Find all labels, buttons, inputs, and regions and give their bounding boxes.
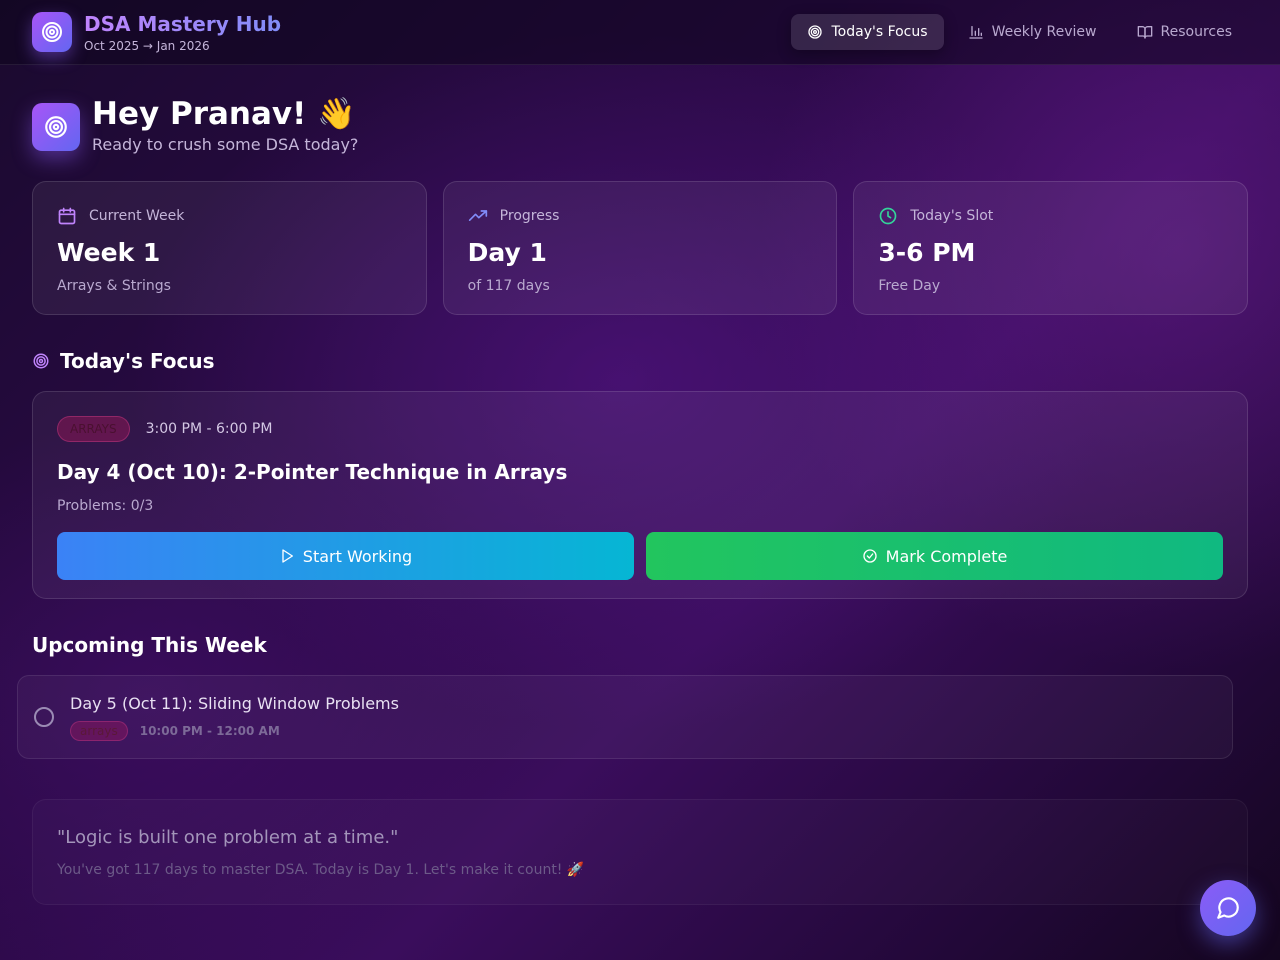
focus-actions: Start Working Mark Complete: [57, 532, 1223, 580]
chat-button[interactable]: [1200, 880, 1256, 936]
target-icon: [808, 25, 823, 39]
problems-count: Problems: 0/3: [57, 498, 154, 514]
chat-bubble-icon: [1217, 897, 1239, 919]
app-title: DSA Mastery Hub: [84, 12, 282, 36]
tab-label: Today's Focus: [831, 24, 928, 40]
motivation-quote-card: "Logic is built one problem at a time." …: [32, 799, 1248, 905]
quote-text: "Logic is built one problem at a time.": [57, 827, 399, 848]
tab-label: Weekly Review: [991, 24, 1097, 40]
top-bar: DSA Mastery Hub Oct 2025 → Jan 2026 Toda…: [0, 0, 1280, 65]
target-icon: [32, 103, 80, 151]
button-label: Mark Complete: [885, 546, 1008, 566]
tab-label: Resources: [1160, 24, 1233, 40]
stat-card-todays-slot: Today's Slot 3-6 PM Free Day: [853, 181, 1249, 315]
focus-time: 3:00 PM - 6:00 PM: [145, 421, 273, 437]
stat-label: Current Week: [57, 206, 402, 226]
stat-card-progress: Progress Day 1 of 117 days: [442, 181, 838, 315]
stat-label: Today's Slot: [878, 206, 1223, 226]
stat-value: Week 1: [57, 238, 161, 267]
focus-meta: ARRAYS 3:00 PM - 6:00 PM: [57, 416, 1223, 442]
stat-label-text: Current Week: [89, 208, 185, 224]
greeting-subtitle: Ready to crush some DSA today?: [92, 135, 359, 154]
main-nav: Today's Focus Weekly Review Resources: [791, 14, 1248, 50]
focus-card: ARRAYS 3:00 PM - 6:00 PM Day 4 (Oct 10):…: [32, 391, 1248, 599]
bar-chart-icon: [968, 26, 983, 39]
quote-subtext: You've got 117 days to master DSA. Today…: [57, 862, 585, 878]
stat-detail: of 117 days: [467, 278, 550, 294]
target-icon: [32, 12, 72, 52]
stat-detail: Arrays & Strings: [57, 278, 171, 294]
stat-value: Day 1: [467, 238, 547, 267]
date-range: Oct 2025 → Jan 2026: [84, 39, 210, 53]
greeting-title: Hey Pranav! 👋: [92, 96, 356, 132]
button-label: Start Working: [302, 546, 413, 566]
target-icon: [33, 353, 49, 369]
start-working-button[interactable]: Start Working: [57, 532, 634, 580]
stat-value: 3-6 PM: [878, 238, 976, 267]
focus-title: Day 4 (Oct 10): 2-Pointer Technique in A…: [57, 460, 568, 484]
upcoming-item-title: Day 5 (Oct 11): Sliding Window Problems: [70, 694, 399, 713]
stats-row: Current Week Week 1 Arrays & Strings Pro…: [32, 181, 1249, 315]
stat-detail: Free Day: [878, 278, 941, 294]
upcoming-list-item[interactable]: Day 5 (Oct 11): Sliding Window Problems …: [17, 675, 1233, 759]
upcoming-item-meta: arrays 10:00 PM - 12:00 AM: [70, 721, 280, 741]
check-circle-icon: [863, 549, 877, 563]
calendar-icon: [58, 207, 76, 225]
stat-label-text: Progress: [499, 208, 560, 224]
task-checkbox[interactable]: [34, 707, 54, 727]
mark-complete-button[interactable]: Mark Complete: [646, 532, 1223, 580]
stat-card-current-week: Current Week Week 1 Arrays & Strings: [32, 181, 427, 315]
trending-up-icon: [468, 210, 487, 221]
stat-label: Progress: [468, 206, 813, 226]
upcoming-item-time: 10:00 PM - 12:00 AM: [139, 724, 280, 738]
stat-label-text: Today's Slot: [910, 208, 994, 224]
book-open-icon: [1137, 26, 1152, 39]
section-title-text: Today's Focus: [60, 349, 215, 373]
tab-todays-focus[interactable]: Today's Focus: [791, 14, 944, 50]
tab-resources[interactable]: Resources: [1121, 14, 1249, 50]
topic-tag: arrays: [70, 721, 128, 741]
topic-tag: ARRAYS: [57, 416, 130, 442]
play-icon: [282, 549, 293, 563]
upcoming-section-title: Upcoming This Week: [32, 633, 267, 657]
clock-icon: [880, 207, 897, 225]
focus-section-title: Today's Focus: [32, 348, 215, 374]
tab-weekly-review[interactable]: Weekly Review: [952, 14, 1113, 50]
